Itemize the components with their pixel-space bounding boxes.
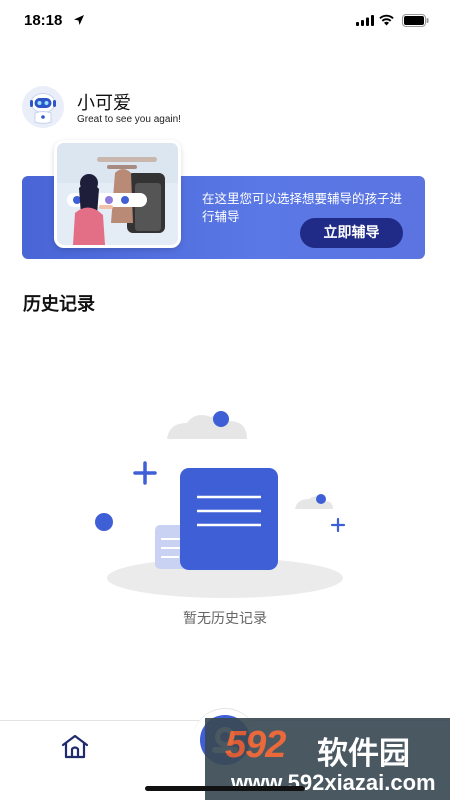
watermark-url: www.592xiazai.com: [231, 770, 436, 795]
robot-avatar-icon: [22, 86, 64, 128]
wifi-icon: [379, 14, 394, 26]
cellular-signal-icon: [356, 15, 374, 26]
empty-history-illustration: [95, 411, 346, 598]
status-bar: 18:18: [0, 0, 450, 44]
user-name: 小可爱: [77, 93, 131, 114]
avatar[interactable]: [22, 86, 64, 128]
greeting-text: Great to see you again!: [77, 114, 181, 125]
watermark-name: 软件园: [317, 736, 410, 772]
status-time: 18:18: [24, 12, 63, 29]
tutoring-illustration: [57, 143, 178, 245]
home-icon[interactable]: [60, 733, 90, 759]
location-arrow-icon: [74, 15, 84, 25]
empty-history-text: 暂无历史记录: [183, 611, 267, 627]
start-tutoring-button[interactable]: 立即辅导: [300, 218, 403, 248]
history-title: 历史记录: [23, 294, 95, 315]
banner-photo: [54, 140, 181, 248]
watermark-logo: 592: [225, 724, 286, 766]
battery-icon: [402, 14, 429, 27]
home-indicator: [145, 786, 305, 791]
